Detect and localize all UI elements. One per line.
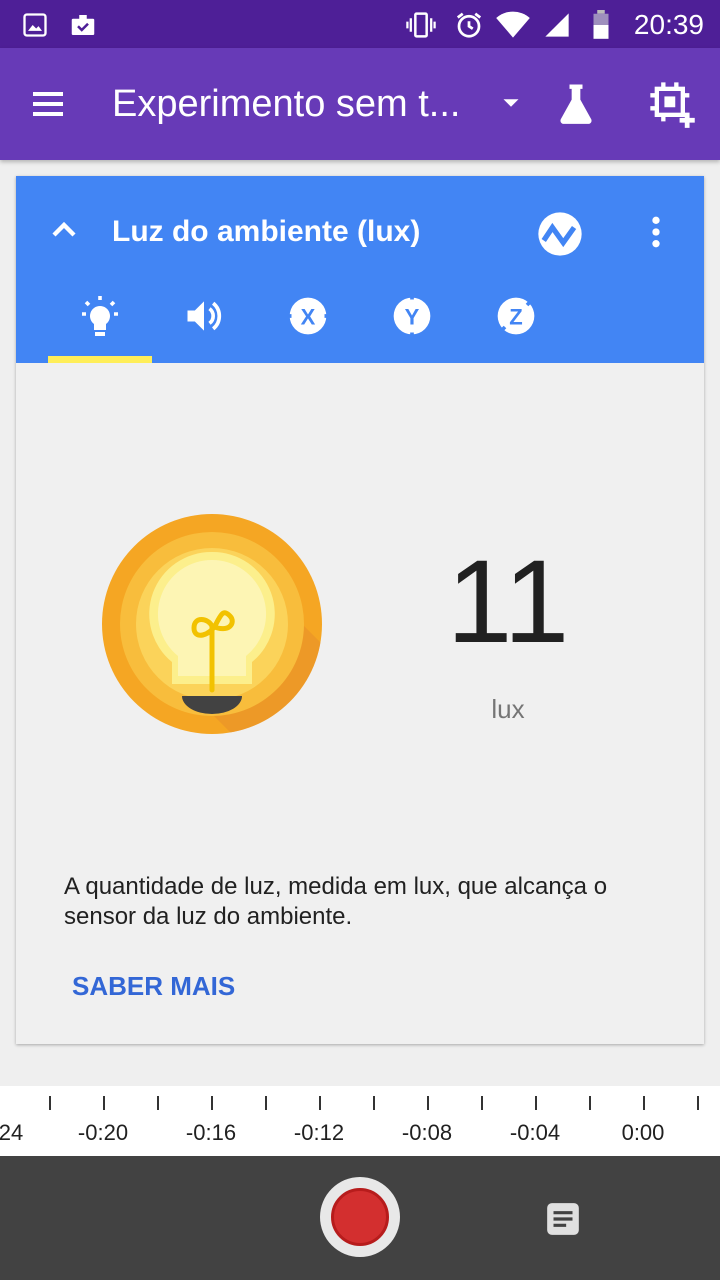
experiments-button[interactable]: [548, 78, 604, 130]
timeline-label: 0:00: [621, 1120, 665, 1145]
vibrate-icon: [404, 8, 438, 42]
timeline-tick: [49, 1096, 51, 1110]
z-axis-icon: Z: [497, 297, 535, 335]
experiment-dropdown-button[interactable]: [496, 88, 526, 118]
chevron-up-icon: [52, 221, 76, 237]
timeline-tick: [643, 1096, 645, 1110]
app-bar: Experimento sem t...: [0, 48, 720, 160]
sensor-description: A quantidade de luz, medida em lux, que …: [64, 873, 608, 930]
tab-z-axis[interactable]: Z: [464, 294, 568, 363]
record-button[interactable]: [320, 1177, 400, 1257]
timeline-tick: [373, 1096, 375, 1110]
record-icon: [331, 1188, 389, 1246]
sensor-value: 11: [446, 536, 570, 668]
timeline-tick: [157, 1096, 159, 1110]
timeline-tick: [103, 1096, 105, 1110]
z-axis-label: Z: [509, 304, 522, 329]
status-bar: 20:39: [0, 0, 720, 48]
lightbulb-illustration-icon: [102, 514, 322, 734]
alarm-icon: [452, 8, 486, 42]
signal-icon: [540, 8, 574, 42]
graph-options-button[interactable]: [534, 208, 586, 260]
timeline-axis[interactable]: 24 -0:20 -0:16 -0:12 -0:08 -0:04 0:00: [0, 1086, 720, 1156]
timeline-tick: [427, 1096, 429, 1110]
timeline-tick: [319, 1096, 321, 1110]
more-options-button[interactable]: [636, 210, 676, 254]
x-axis-icon: X: [286, 297, 330, 335]
tab-light-sensor[interactable]: [48, 294, 152, 363]
tab-sound-sensor[interactable]: [152, 294, 256, 363]
bottom-bar: [0, 1156, 720, 1280]
timeline-label: -0:16: [185, 1120, 237, 1145]
image-icon: [18, 8, 52, 42]
x-axis-label: X: [301, 304, 316, 329]
menu-icon: [33, 92, 63, 116]
graph-icon: [538, 212, 582, 256]
timeline-tick: [589, 1096, 591, 1110]
learn-more-link[interactable]: SABER MAIS: [72, 966, 235, 1006]
collapse-button[interactable]: [44, 210, 84, 250]
timeline-tick: [697, 1096, 699, 1110]
timeline-label: -0:04: [509, 1120, 561, 1145]
status-time: 20:39: [633, 9, 704, 40]
sensor-title: Luz do ambiente (lux): [112, 215, 421, 248]
add-sensor-button[interactable]: [644, 78, 700, 130]
sensor-unit: lux: [491, 694, 525, 724]
more-vert-icon: [652, 216, 660, 248]
timeline-label: -0:12: [293, 1120, 345, 1145]
tab-y-axis[interactable]: Y: [360, 294, 464, 363]
timeline-label: 24: [0, 1120, 24, 1145]
timeline-tick: [481, 1096, 483, 1110]
timeline-label: -0:20: [77, 1120, 129, 1145]
wifi-icon: [496, 8, 530, 42]
y-axis-icon: Y: [393, 294, 431, 338]
flask-icon: [560, 84, 592, 124]
sensor-card-header: Luz do ambiente (lux) X Y Z: [16, 176, 704, 363]
experiment-title[interactable]: Experimento sem t...: [112, 78, 492, 130]
lightbulb-icon: [82, 296, 118, 336]
timeline-label: -0:08: [401, 1120, 453, 1145]
dropdown-icon: [503, 99, 519, 107]
tab-indicator: [48, 356, 152, 363]
briefcase-check-icon: [66, 8, 100, 42]
timeline-tick: [535, 1096, 537, 1110]
tab-x-axis[interactable]: X: [256, 294, 360, 363]
volume-icon: [187, 301, 222, 331]
y-axis-label: Y: [405, 304, 420, 329]
menu-button[interactable]: [28, 84, 84, 124]
add-note-button[interactable]: [544, 1200, 582, 1238]
add-sensor-icon: [650, 82, 695, 128]
sensor-card: Luz do ambiente (lux) X Y Z 11 lux A qua…: [16, 176, 704, 1044]
timeline-tick: [211, 1096, 213, 1110]
timeline-tick: [265, 1096, 267, 1110]
battery-icon: [584, 8, 618, 42]
note-icon: [547, 1203, 579, 1235]
